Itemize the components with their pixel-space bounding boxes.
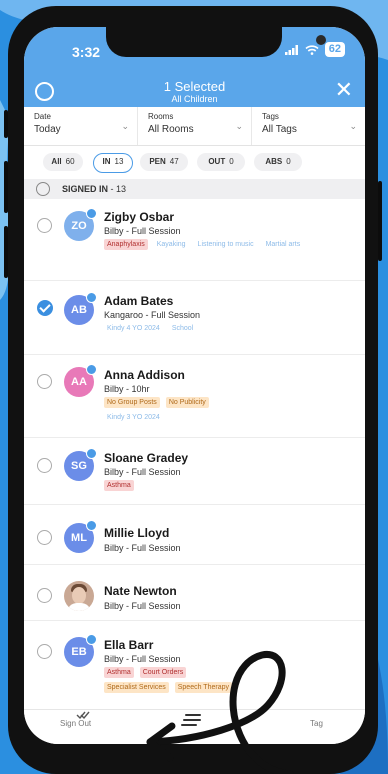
tag-button[interactable]: Tag xyxy=(310,719,323,728)
app-header: 3:32 62 1 Selected All Children ✕ xyxy=(24,27,365,107)
child-name: Sloane Gradey xyxy=(104,451,189,465)
chevron-down-icon: ⌄ xyxy=(235,121,243,131)
child-name: Nate Newton xyxy=(104,584,177,598)
child-room: Kangaroo - Full Session xyxy=(104,310,201,320)
list-item[interactable]: ZO Zigby Osbar Bilby - Full Session Anap… xyxy=(24,199,365,281)
status-dot xyxy=(86,364,97,375)
tag: Kindy 3 YO 2024 xyxy=(104,412,163,423)
child-room: Bilby - Full Session xyxy=(104,467,181,477)
child-name: Ella Barr xyxy=(104,638,154,652)
avatar: AA xyxy=(64,364,97,397)
avatar: AB xyxy=(64,292,97,325)
avatar-photo xyxy=(64,581,94,611)
tag-list: Asthma xyxy=(104,480,354,491)
pill-all[interactable]: All 60 xyxy=(43,153,83,171)
filter-label: Date xyxy=(34,112,51,121)
app-screen: 3:32 62 1 Selected All Children ✕ Date T… xyxy=(24,27,365,744)
tag: Specialist Services xyxy=(104,682,169,693)
checkmark-icon[interactable] xyxy=(37,300,53,316)
avatar: ML xyxy=(64,520,97,553)
tag: Listening to music xyxy=(194,239,257,250)
list-item[interactable]: EB Ella Barr Bilby - Full Session Asthma… xyxy=(24,621,365,721)
child-name: Zigby Osbar xyxy=(104,210,175,224)
section-select-icon[interactable] xyxy=(36,182,50,196)
close-icon[interactable]: ✕ xyxy=(335,79,353,101)
tags-filter[interactable]: Tags All Tags ⌄ xyxy=(252,107,365,145)
tag: Martial arts xyxy=(262,239,304,250)
status-dot xyxy=(86,208,97,219)
tag: Kindy 4 YO 2024 xyxy=(104,323,163,334)
child-room: Bilby - Full Session xyxy=(104,543,181,553)
avatar: EB xyxy=(64,634,97,667)
tag-list: Anaphylaxis Kayaking Listening to music … xyxy=(104,239,354,250)
select-checkbox[interactable] xyxy=(37,530,52,545)
section-title: SIGNED IN - 13 xyxy=(62,184,127,194)
filter-label: Tags xyxy=(262,112,279,121)
list-item[interactable]: ML Millie Lloyd Bilby - Full Session xyxy=(24,505,365,565)
child-name: Adam Bates xyxy=(104,294,174,308)
select-checkbox[interactable] xyxy=(37,588,52,603)
pill-abs[interactable]: ABS 0 xyxy=(254,153,302,171)
tag: No Publicity xyxy=(165,397,209,408)
status-time: 3:32 xyxy=(72,44,101,60)
tag: Court Orders xyxy=(139,667,187,678)
list-item[interactable]: AA Anna Addison Bilby - 10hr No Group Po… xyxy=(24,355,365,438)
status-icons: 62 xyxy=(284,42,345,57)
date-filter[interactable]: Date Today ⌄ xyxy=(24,107,138,145)
signal-icon xyxy=(284,44,298,55)
header-title: 1 Selected xyxy=(163,79,226,94)
chevron-down-icon: ⌄ xyxy=(349,121,357,131)
avatar: SG xyxy=(64,448,97,481)
filter-bar: Date Today ⌄ Rooms All Rooms ⌄ Tags All … xyxy=(24,107,365,146)
tag: Asthma xyxy=(104,480,134,491)
child-room: Bilby - Full Session xyxy=(104,654,181,664)
status-dot xyxy=(86,520,97,531)
tag-list: Asthma Court Orders Specialist Services … xyxy=(104,667,244,693)
status-dot xyxy=(86,292,97,303)
filter-label: Rooms xyxy=(148,112,174,121)
tag-list: No Group Posts No Publicity Kindy 3 YO 2… xyxy=(104,397,354,423)
tag: No Group Posts xyxy=(104,397,160,408)
menu-icon[interactable] xyxy=(181,714,203,728)
tag: Kayaking xyxy=(153,239,189,250)
battery-indicator: 62 xyxy=(324,42,345,57)
pill-pen[interactable]: PEN 47 xyxy=(140,153,188,171)
select-checkbox[interactable] xyxy=(37,218,52,233)
list-item[interactable]: AB Adam Bates Kangaroo - Full Session Ki… xyxy=(24,281,365,355)
list-item[interactable]: SG Sloane Gradey Bilby - Full Session As… xyxy=(24,438,365,505)
status-dot xyxy=(86,448,97,459)
tag-list: Kindy 4 YO 2024 School xyxy=(104,323,354,334)
status-dot xyxy=(86,634,97,645)
child-name: Millie Lloyd xyxy=(104,526,170,540)
select-checkbox[interactable] xyxy=(37,374,52,389)
select-checkbox[interactable] xyxy=(37,644,52,659)
section-header-signed-in[interactable]: SIGNED IN - 13 xyxy=(24,179,365,199)
tag: Asthma xyxy=(104,667,134,678)
pill-out[interactable]: OUT 0 xyxy=(197,153,245,171)
child-room: Bilby - Full Session xyxy=(104,226,181,236)
child-room: Bilby - Full Session xyxy=(104,601,181,611)
tag: Speech Therapy xyxy=(174,682,232,693)
pill-in[interactable]: IN 13 xyxy=(93,153,133,173)
rooms-filter[interactable]: Rooms All Rooms ⌄ xyxy=(138,107,252,145)
avatar: ZO xyxy=(64,208,97,241)
header-subtitle: All Children xyxy=(171,94,218,104)
wifi-icon xyxy=(305,44,319,55)
chevron-down-icon: ⌄ xyxy=(121,121,129,131)
sign-out-button[interactable]: Sign Out xyxy=(60,719,91,728)
list-item[interactable]: Nate Newton Bilby - Full Session xyxy=(24,565,365,621)
bottom-action-bar: Sign Out Tag xyxy=(24,709,365,744)
status-pills: All 60 IN 13 PEN 47 OUT 0 ABS 0 xyxy=(24,145,365,179)
child-name: Anna Addison xyxy=(104,368,185,382)
tag: Anaphylaxis xyxy=(104,239,148,250)
select-checkbox[interactable] xyxy=(37,458,52,473)
child-room: Bilby - 10hr xyxy=(104,384,150,394)
notch xyxy=(106,27,326,57)
tag: School xyxy=(168,323,197,334)
